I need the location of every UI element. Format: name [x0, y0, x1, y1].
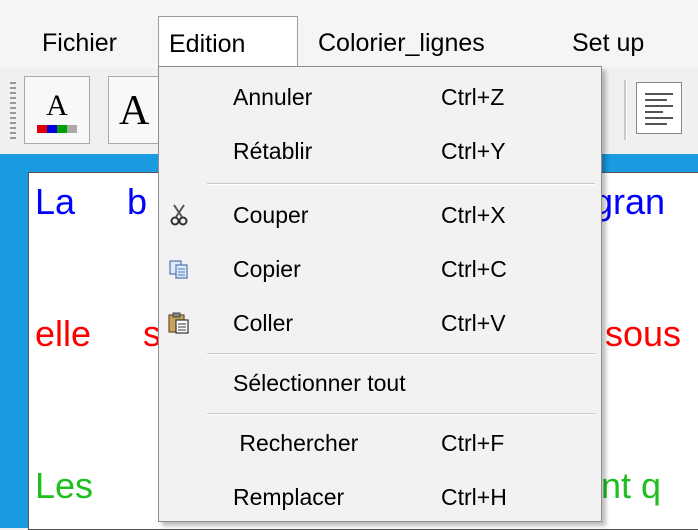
menu-edition[interactable]: Edition — [158, 16, 298, 68]
menu-item-label: Couper — [233, 202, 309, 228]
font-letter: A — [119, 88, 150, 134]
menu-item-label: Coller — [233, 310, 294, 336]
menu-item-copier[interactable]: Copier Ctrl+C — [159, 241, 601, 297]
menu-item-coller[interactable]: Coller Ctrl+V — [159, 295, 601, 351]
menu-fichier[interactable]: Fichier — [32, 16, 127, 68]
menu-item-selectionner-tout[interactable]: Sélectionner tout — [159, 355, 601, 411]
menu-item-couper[interactable]: Couper Ctrl+X — [159, 187, 601, 243]
menu-separator — [207, 183, 595, 185]
menu-item-rechercher[interactable]: Rechercher Ctrl+F — [159, 415, 601, 471]
align-left-icon[interactable] — [636, 82, 682, 134]
menu-item-annuler[interactable]: Annuler Ctrl+Z — [159, 69, 601, 125]
menu-item-shortcut: Ctrl+F — [441, 430, 505, 456]
font-color-button[interactable]: A — [24, 76, 90, 144]
toolbar-separator — [624, 80, 627, 140]
menu-item-label: Annuler — [233, 84, 313, 110]
menu-set-up[interactable]: Set up — [562, 16, 654, 68]
menu-item-label: Copier — [233, 256, 301, 282]
menu-item-label: Rétablir — [233, 138, 313, 164]
toolbar-grip[interactable] — [10, 82, 16, 142]
edit-menu-dropdown: Annuler Ctrl+Z Rétablir Ctrl+Y Couper Ct… — [158, 66, 602, 522]
menu-item-label: Sélectionner tout — [233, 370, 406, 396]
menu-item-shortcut: Ctrl+X — [441, 202, 506, 228]
font-color-letter: A — [46, 89, 68, 122]
menu-bar: Fichier Edition Colorier_lignes Set up — [0, 0, 698, 68]
menu-item-label: Remplacer — [233, 484, 345, 510]
menu-item-shortcut: Ctrl+V — [441, 310, 506, 336]
menu-colorier-lignes[interactable]: Colorier_lignes — [308, 16, 495, 68]
menu-item-shortcut: Ctrl+Y — [441, 138, 506, 164]
color-swatch-bar — [37, 125, 77, 133]
menu-item-shortcut: Ctrl+C — [441, 256, 507, 282]
menu-item-shortcut: Ctrl+Z — [441, 84, 505, 110]
paste-icon — [165, 309, 193, 337]
menu-item-shortcut: Ctrl+H — [441, 484, 507, 510]
copy-icon — [165, 255, 193, 283]
scissors-icon — [165, 201, 193, 229]
menu-item-remplacer[interactable]: Remplacer Ctrl+H — [159, 469, 601, 525]
menu-item-label: Rechercher — [233, 430, 359, 456]
menu-item-retablir[interactable]: Rétablir Ctrl+Y — [159, 123, 601, 179]
